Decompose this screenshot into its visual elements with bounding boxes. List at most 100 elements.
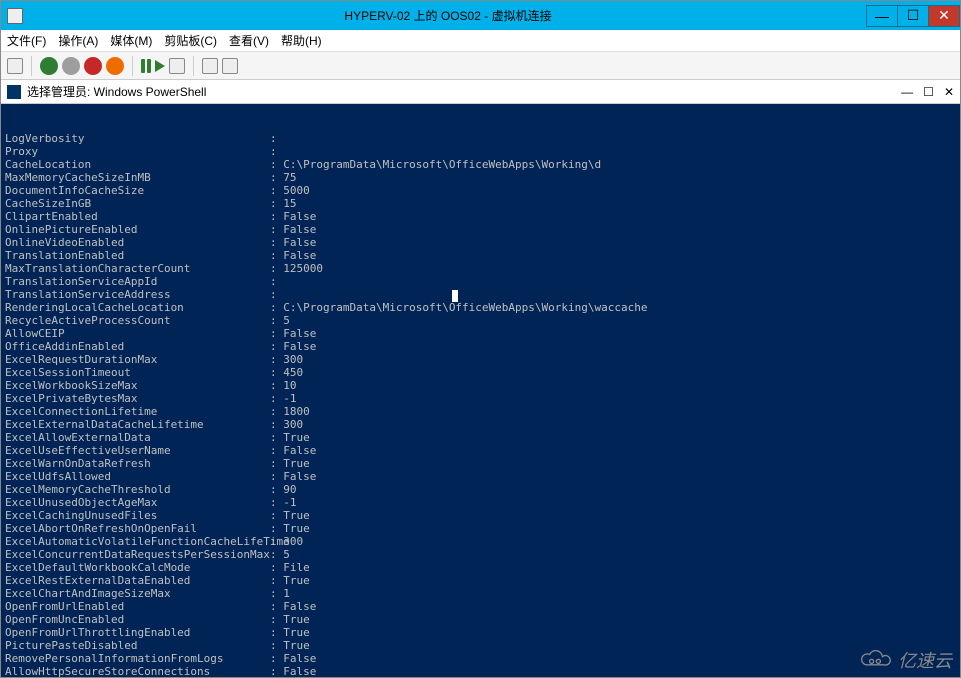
property-separator: : [270,457,283,470]
property-value: False [283,340,316,353]
property-name: MaxMemoryCacheSizeInMB [5,171,270,184]
property-name: OpenFromUncEnabled [5,613,270,626]
output-row: ExcelChartAndImageSizeMax: 1 [5,587,956,600]
close-button[interactable]: ✕ [928,5,960,27]
property-name: ExcelChartAndImageSizeMax [5,587,270,600]
output-row: PicturePasteDisabled: True [5,639,956,652]
output-row: MaxMemoryCacheSizeInMB: 75 [5,171,956,184]
menu-help[interactable]: 帮助(H) [281,32,322,49]
pause-button[interactable] [141,59,151,73]
output-row: ExcelExternalDataCacheLifetime: 300 [5,418,956,431]
property-separator: : [270,158,283,171]
property-separator: : [270,301,283,314]
property-separator: : [270,236,283,249]
property-value: 10 [283,379,296,392]
menu-view[interactable]: 查看(V) [229,32,269,49]
output-row: ExcelSessionTimeout: 450 [5,366,956,379]
menu-file[interactable]: 文件(F) [7,32,46,49]
property-name: MaxTranslationCharacterCount [5,262,270,275]
start-button[interactable] [40,57,58,75]
property-name: ExcelSessionTimeout [5,366,270,379]
property-separator: : [270,444,283,457]
property-name: AllowCEIP [5,327,270,340]
output-row: OpenFromUrlEnabled: False [5,600,956,613]
property-name: ExcelCachingUnusedFiles [5,509,270,522]
property-name: RenderingLocalCacheLocation [5,301,270,314]
output-row: ExcelUnusedObjectAgeMax: -1 [5,496,956,509]
turnoff-button[interactable] [62,57,80,75]
property-value: False [283,327,316,340]
checkpoint-button[interactable] [169,58,185,74]
property-value: 1800 [283,405,310,418]
property-value: 5 [283,314,290,327]
property-name: ExcelExternalDataCacheLifetime [5,418,270,431]
minimize-button[interactable]: — [866,5,898,27]
output-row: Proxy: [5,145,956,158]
output-row: AllowCEIP: False [5,327,956,340]
console-title: 选择管理员: Windows PowerShell [27,83,206,100]
property-name: Proxy [5,145,270,158]
console-close-button[interactable]: ✕ [944,85,954,99]
property-value: 450 [283,366,303,379]
property-separator: : [270,561,283,574]
output-row: TranslationServiceAppId: [5,275,956,288]
property-name: RemovePersonalInformationFromLogs [5,652,270,665]
menu-clipboard[interactable]: 剪贴板(C) [164,32,217,49]
console-minimize-button[interactable]: — [901,85,913,99]
menu-media[interactable]: 媒体(M) [110,32,152,49]
powershell-console[interactable]: LogVerbosity: Proxy: CacheLocation: C:\P… [1,104,960,677]
property-value: False [283,652,316,665]
output-row: ExcelWarnOnDataRefresh: True [5,457,956,470]
maximize-button[interactable]: ☐ [897,5,929,27]
output-row: ExcelAbortOnRefreshOnOpenFail: True [5,522,956,535]
property-separator: : [270,496,283,509]
output-row: TranslationServiceAddress: [5,288,956,301]
property-name: TranslationEnabled [5,249,270,262]
share-button[interactable] [222,58,238,74]
property-separator: : [270,652,283,665]
window-titlebar: HYPERV-02 上的 OOS02 - 虚拟机连接 — ☐ ✕ [1,1,960,30]
property-separator: : [270,145,283,158]
property-value: 90 [283,483,296,496]
property-separator: : [270,327,283,340]
toolbar [1,52,960,80]
property-separator: : [270,535,283,548]
property-value: True [283,431,310,444]
property-separator: : [270,483,283,496]
property-value: False [283,665,316,677]
property-value: False [283,249,316,262]
property-value: True [283,613,310,626]
property-separator: : [270,600,283,613]
ctrl-alt-del-button[interactable] [7,58,23,74]
property-value: False [283,444,316,457]
output-row: OfficeAddinEnabled: False [5,340,956,353]
property-name: DocumentInfoCacheSize [5,184,270,197]
reset-button[interactable] [155,60,165,72]
property-name: OnlinePictureEnabled [5,223,270,236]
property-name: ExcelConnectionLifetime [5,405,270,418]
revert-button[interactable] [202,58,218,74]
property-separator: : [270,171,283,184]
property-value: False [283,210,316,223]
property-separator: : [270,197,283,210]
property-separator: : [270,574,283,587]
output-row: ExcelDefaultWorkbookCalcMode: File [5,561,956,574]
output-row: ExcelCachingUnusedFiles: True [5,509,956,522]
property-name: ExcelRequestDurationMax [5,353,270,366]
console-maximize-button[interactable]: ☐ [923,85,934,99]
save-button[interactable] [106,57,124,75]
shutdown-button[interactable] [84,57,102,75]
watermark-text: 亿速云 [898,647,952,673]
menu-action[interactable]: 操作(A) [58,32,98,49]
property-name: ExcelUseEffectiveUserName [5,444,270,457]
output-row: DocumentInfoCacheSize: 5000 [5,184,956,197]
property-name: ExcelAutomaticVolatileFunctionCacheLifeT… [5,535,270,548]
output-row: ExcelRequestDurationMax: 300 [5,353,956,366]
property-value: True [283,509,310,522]
property-name: OpenFromUrlEnabled [5,600,270,613]
property-name: ExcelWorkbookSizeMax [5,379,270,392]
console-window-controls: — ☐ ✕ [901,85,954,99]
property-value: False [283,236,316,249]
property-name: PicturePasteDisabled [5,639,270,652]
property-name: ExcelUdfsAllowed [5,470,270,483]
